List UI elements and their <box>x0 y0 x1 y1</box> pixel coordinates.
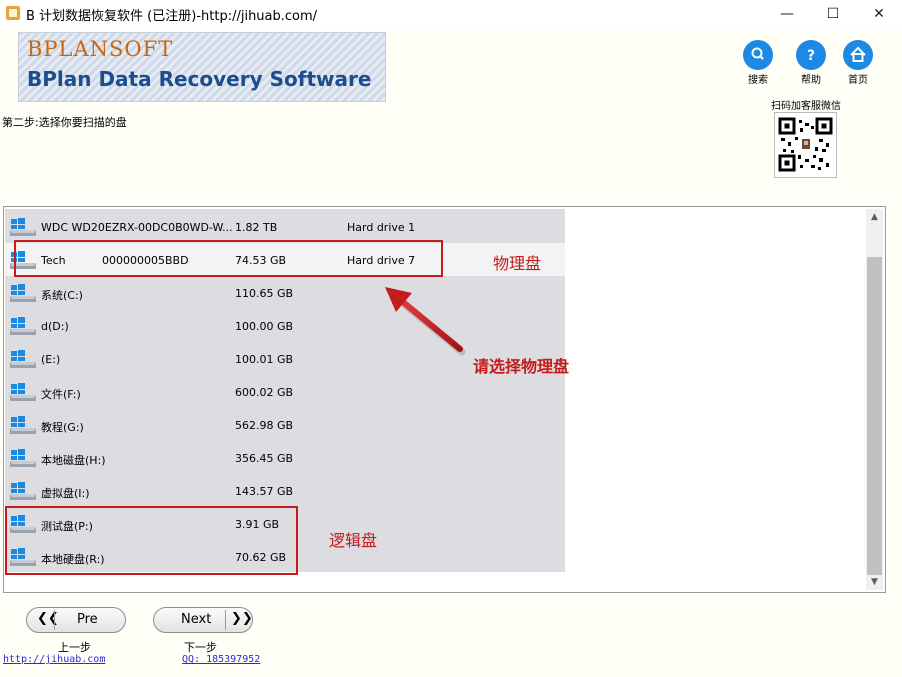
pre-button-label: Pre <box>77 612 98 627</box>
next-button[interactable]: Next ❯❯ <box>153 607 253 633</box>
pre-button-divider <box>54 610 55 630</box>
next-caption: 下一步 <box>184 641 217 654</box>
website-link[interactable]: http://jihuab.com <box>3 654 105 665</box>
qq-link[interactable]: QQ: 185397952 <box>182 654 260 665</box>
double-chevron-right-icon: ❯❯ <box>231 611 253 626</box>
annotation-arrow-icon <box>385 287 466 356</box>
next-button-divider <box>225 610 226 630</box>
next-button-label: Next <box>181 612 212 627</box>
pre-button[interactable]: ❮❮ Pre <box>26 607 126 633</box>
double-chevron-left-icon: ❮❮ <box>37 611 59 626</box>
pre-caption: 上一步 <box>58 641 91 654</box>
